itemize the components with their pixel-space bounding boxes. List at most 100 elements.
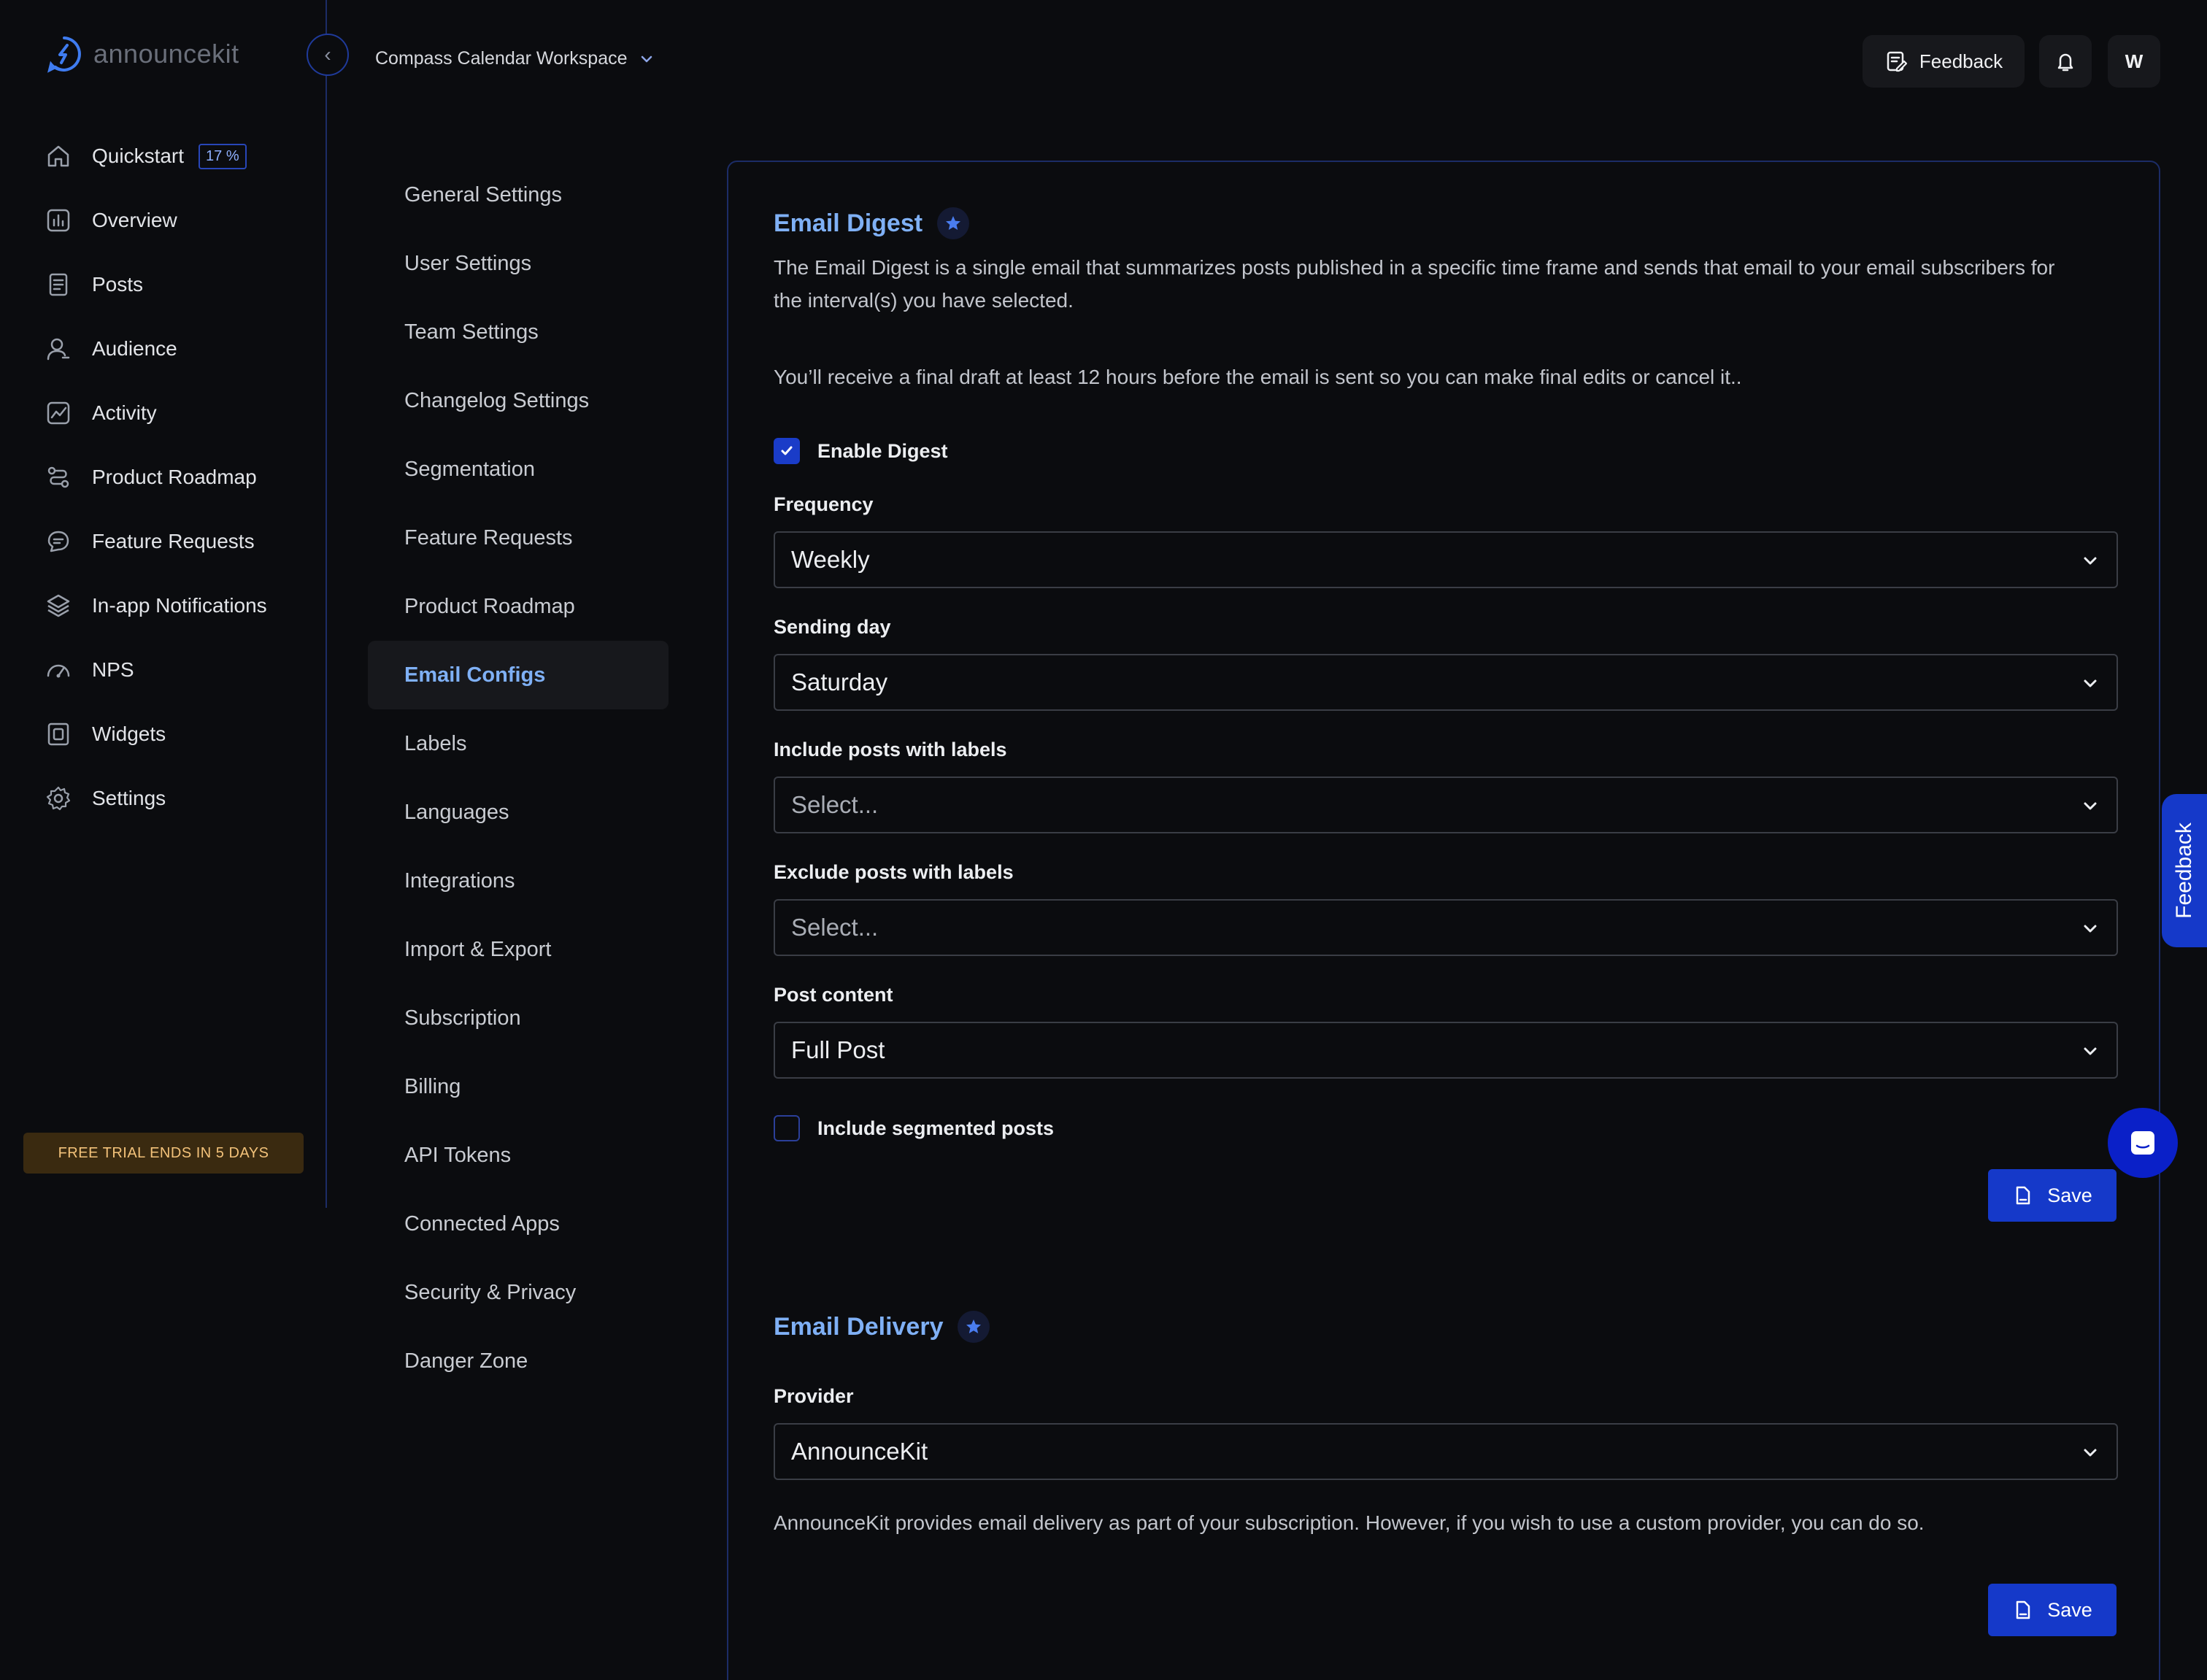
- settings-item-api-tokens[interactable]: API Tokens: [368, 1121, 669, 1190]
- gauge-icon: [47, 664, 70, 678]
- user-avatar[interactable]: W: [2108, 35, 2160, 88]
- notifications-button[interactable]: [2039, 35, 2092, 88]
- settings-item-billing[interactable]: Billing: [368, 1052, 669, 1121]
- email-digest-title: Email Digest: [774, 209, 923, 237]
- settings-item-danger-zone[interactable]: Danger Zone: [368, 1327, 669, 1395]
- workspace-switcher[interactable]: Compass Calendar Workspace: [375, 48, 655, 69]
- frequency-value: Weekly: [791, 546, 870, 573]
- sending-day-value: Saturday: [791, 668, 888, 695]
- free-trial-banner[interactable]: FREE TRIAL ENDS IN 5 DAYS: [23, 1133, 304, 1174]
- main-sidebar: announcekit Quickstart 17 % Overview Pos…: [0, 0, 327, 1208]
- exclude-labels-select[interactable]: Select...: [774, 899, 2118, 956]
- settings-item-connected-apps[interactable]: Connected Apps: [368, 1190, 669, 1258]
- nav-item-nps[interactable]: NPS: [45, 638, 308, 702]
- quickstart-progress-badge: 17 %: [199, 143, 247, 169]
- app-root: announcekit Quickstart 17 % Overview Pos…: [0, 0, 2207, 1680]
- nav-item-in-app-notifications[interactable]: In-app Notifications: [45, 574, 308, 638]
- settings-item-feature-requests[interactable]: Feature Requests: [368, 504, 669, 572]
- segmented-posts-label: Include segmented posts: [817, 1117, 1055, 1139]
- include-labels-placeholder: Select...: [791, 791, 879, 818]
- settings-item-integrations[interactable]: Integrations: [368, 847, 669, 915]
- header-feedback-button[interactable]: Feedback: [1863, 35, 2025, 88]
- settings-item-user[interactable]: User Settings: [368, 229, 669, 298]
- chevron-down-icon: [2084, 679, 2097, 687]
- settings-item-team[interactable]: Team Settings: [368, 298, 669, 366]
- enable-digest-checkbox-row[interactable]: Enable Digest: [774, 438, 948, 464]
- frequency-select[interactable]: Weekly: [774, 531, 2118, 588]
- email-delivery-title: Email Delivery: [774, 1312, 944, 1341]
- chevron-down-icon: [641, 55, 652, 62]
- roadmap-icon: [47, 466, 69, 488]
- settings-item-languages[interactable]: Languages: [368, 778, 669, 847]
- nav-item-product-roadmap[interactable]: Product Roadmap: [45, 445, 308, 509]
- post-content-value: Full Post: [791, 1036, 885, 1063]
- header-feedback-label: Feedback: [1919, 50, 2003, 72]
- sending-day-select[interactable]: Saturday: [774, 654, 2118, 711]
- settings-item-labels[interactable]: Labels: [368, 709, 669, 778]
- delivery-save-button[interactable]: Save: [1988, 1584, 2117, 1636]
- nav-item-feature-requests[interactable]: Feature Requests: [45, 509, 308, 574]
- email-delivery-description: AnnounceKit provides email delivery as p…: [774, 1511, 1925, 1534]
- nav-item-settings[interactable]: Settings: [45, 766, 308, 831]
- chevron-down-icon: [2084, 1047, 2097, 1055]
- settings-item-import-export[interactable]: Import & Export: [368, 915, 669, 984]
- provider-select[interactable]: AnnounceKit: [774, 1423, 2118, 1480]
- delivery-save-label: Save: [2047, 1598, 2092, 1621]
- home-icon: [47, 145, 69, 167]
- segmented-posts-checkbox[interactable]: [774, 1115, 800, 1141]
- collapse-sidebar-button[interactable]: ‹: [307, 34, 349, 76]
- workspace-name: Compass Calendar Workspace: [375, 48, 628, 69]
- segmented-posts-checkbox-row[interactable]: Include segmented posts: [774, 1115, 1054, 1141]
- nav-item-overview[interactable]: Overview: [45, 188, 308, 253]
- enable-digest-checkbox[interactable]: [774, 438, 800, 464]
- gear-icon: [46, 786, 71, 811]
- include-labels-label: Include posts with labels: [774, 739, 1007, 760]
- settings-item-general[interactable]: General Settings: [368, 161, 669, 229]
- nav-item-audience[interactable]: Audience: [45, 317, 308, 381]
- chat-launcher-button[interactable]: [2108, 1108, 2178, 1178]
- settings-item-product-roadmap[interactable]: Product Roadmap: [368, 572, 669, 641]
- nav-item-posts[interactable]: Posts: [45, 253, 308, 317]
- nav-label: In-app Notifications: [92, 594, 267, 617]
- digest-save-button[interactable]: Save: [1988, 1169, 2117, 1222]
- settings-item-changelog[interactable]: Changelog Settings: [368, 366, 669, 435]
- nav-label: Quickstart: [92, 145, 185, 167]
- side-feedback-tab[interactable]: Feedback: [2162, 794, 2207, 947]
- brand-name: announcekit: [93, 39, 239, 69]
- save-file-icon: [2016, 1600, 2030, 1619]
- chat-launcher-icon: [2131, 1131, 2154, 1155]
- settings-item-email-configs[interactable]: Email Configs: [368, 641, 669, 709]
- nav-label: Posts: [92, 273, 144, 296]
- include-labels-select[interactable]: Select...: [774, 777, 2118, 833]
- settings-item-segmentation[interactable]: Segmentation: [368, 435, 669, 504]
- user-icon: [47, 338, 70, 361]
- chevron-down-icon: [2084, 925, 2097, 933]
- checkmark-icon: [781, 446, 793, 455]
- chevron-left-icon: ‹: [324, 43, 331, 66]
- settings-item-subscription[interactable]: Subscription: [368, 984, 669, 1052]
- bar-chart-icon: [47, 209, 70, 232]
- activity-chart-icon: [47, 401, 70, 425]
- layers-icon: [47, 594, 70, 617]
- nav-label: Feature Requests: [92, 530, 255, 552]
- nav-item-widgets[interactable]: Widgets: [45, 702, 308, 766]
- brand-logo[interactable]: announcekit: [45, 35, 239, 73]
- nav-item-quickstart[interactable]: Quickstart 17 %: [45, 124, 308, 188]
- side-feedback-label: Feedback: [2172, 822, 2196, 919]
- chevron-down-icon: [2084, 557, 2097, 565]
- document-icon: [49, 273, 68, 296]
- save-file-icon: [2016, 1186, 2030, 1205]
- nav-label: Overview: [92, 209, 177, 231]
- frequency-label: Frequency: [774, 493, 874, 515]
- settings-item-security-privacy[interactable]: Security & Privacy: [368, 1258, 669, 1327]
- feedback-note-icon: [1887, 51, 1908, 72]
- star-icon: [937, 207, 970, 239]
- chat-icon: [47, 531, 69, 552]
- post-content-label: Post content: [774, 984, 893, 1006]
- nav-label: Widgets: [92, 723, 166, 745]
- nav-item-activity[interactable]: Activity: [45, 381, 308, 445]
- nav-label: NPS: [92, 658, 134, 681]
- enable-digest-label: Enable Digest: [817, 439, 948, 462]
- email-delivery-heading: Email Delivery: [774, 1311, 990, 1343]
- post-content-select[interactable]: Full Post: [774, 1022, 2118, 1079]
